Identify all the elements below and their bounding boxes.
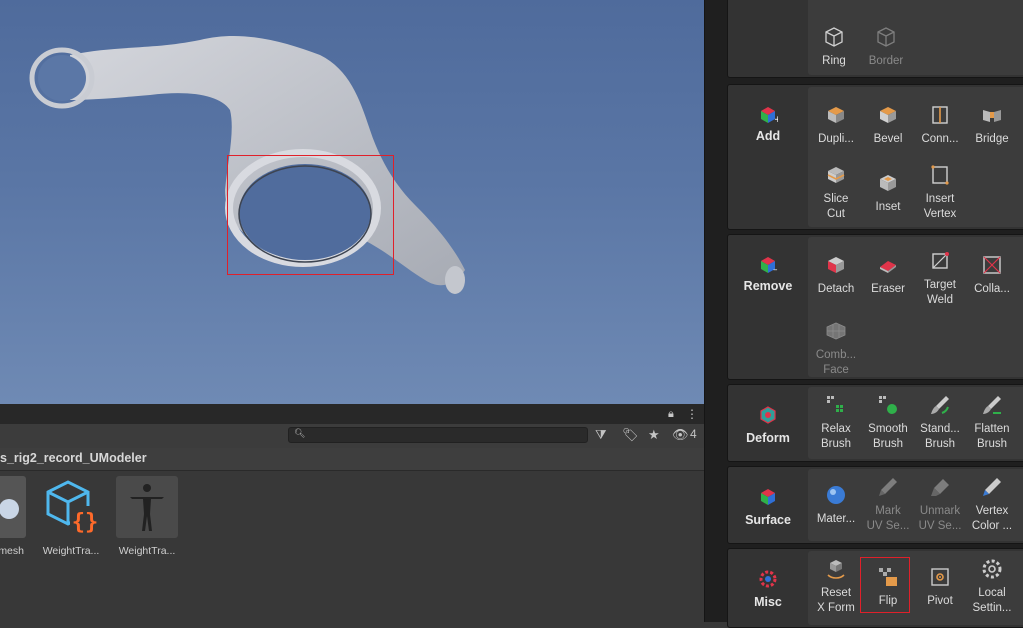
star-favorite-icon[interactable]: ★ [648,427,660,443]
slice-cut-tool[interactable]: Slice Cut [810,163,862,222]
panel-header: 🔒︎ ⋮ [0,404,704,424]
settings-gear-icon [982,559,1002,579]
border-icon [877,27,895,47]
remove-group: – Remove Detach Eraser Target Weld Colla… [727,234,1023,380]
remove-cube-icon: – [761,257,778,275]
misc-gear-icon [759,570,777,588]
project-panel: 🔒︎ ⋮ 🔍︎ ⧩ 🏷︎ ★ 👁︎ 4 s_rig2_record_UModel… [0,404,704,622]
insert-vertex-tool[interactable]: Insert Vertex [914,163,966,222]
deform-tools: Relax Brush Smooth Brush Stand... Brush … [808,387,1023,459]
label-tag-icon[interactable]: 🏷︎ [622,427,639,443]
breadcrumb: s_rig2_record_UModeler [0,448,704,471]
remove-tools: Detach Eraser Target Weld Colla... Comb.… [808,237,1023,377]
scene-viewport[interactable] [0,0,704,404]
flatten-brush-tool[interactable]: Flatten Brush [966,393,1018,452]
standard-brush-tool[interactable]: Stand... Brush [914,393,966,452]
svg-text:–: – [773,265,778,275]
eraser-tool[interactable]: Eraser [862,253,914,297]
filter-by-type-icon[interactable]: ⧩ [595,427,607,443]
breadcrumb-folder[interactable]: s_rig2_record_UModeler [0,451,147,465]
ring-icon [825,27,843,47]
smooth-brush-tool[interactable]: Smooth Brush [862,393,914,452]
add-group: + Add Dupli... Bevel Conn... Bridge Slic… [727,84,1023,230]
select-tools: Ring Border [808,0,1023,75]
connect-icon [932,106,948,124]
hidden-eye-icon[interactable]: 👁︎ [672,427,689,443]
reset-xform-icon [827,560,845,579]
ring-tool[interactable]: Ring [808,25,860,69]
deform-group: Deform Relax Brush Smooth Brush Stand...… [727,384,1023,462]
unmark-uv-seam-tool[interactable]: Unmark UV Se... [914,475,966,534]
collapse-tool[interactable]: Colla... [966,253,1018,297]
pivot-icon [931,568,949,586]
eraser-icon [880,261,896,273]
svg-text:{}: {} [72,510,99,535]
inset-icon [880,175,896,191]
character-thumbnail-icon [116,476,178,538]
collapse-icon [983,256,1001,274]
umodeler-tool-panel: Ring Border + Add Dupli... Bevel Conn... [704,0,1023,628]
search-input[interactable]: 🔍︎ [288,427,588,443]
script-cube-icon: {} [40,476,102,538]
bridge-icon [983,110,1001,122]
mesh-thumbnail-icon [0,476,26,538]
bevel-tool[interactable]: Bevel [862,103,914,147]
asset-item[interactable]: WeightTra... [112,476,182,557]
inset-tool[interactable]: Inset [862,171,914,215]
misc-tools: Reset X Form Flip Pivot Local Settin... [808,551,1023,625]
project-toolbar: 🔍︎ ⧩ 🏷︎ ★ 👁︎ 4 [0,424,704,449]
asset-item[interactable]: mesh [0,476,30,557]
insert-vertex-icon [931,165,949,185]
surface-tools: Mater... Mark UV Se... Unmark UV Se... V… [808,469,1023,541]
add-tools: Dupli... Bevel Conn... Bridge Slice Cut [808,87,1023,227]
duplicate-tool[interactable]: Dupli... [810,103,862,147]
reset-xform-tool[interactable]: Reset X Form [810,557,862,616]
kebab-menu-icon[interactable]: ⋮ [686,407,698,421]
selection-highlight [227,155,394,275]
svg-text:+: + [774,115,778,125]
material-sphere-icon [827,486,845,504]
border-tool[interactable]: Border [860,25,912,69]
local-settings-tool[interactable]: Local Settin... [966,557,1018,616]
combine-face-tool[interactable]: Comb... Face [810,319,862,378]
surface-group: Surface Mater... Mark UV Se... Unmark UV… [727,466,1023,544]
duplicate-icon [828,107,844,123]
flatten-brush-icon [983,396,1001,414]
mark-uv-seam-icon [879,478,897,496]
hidden-count: 4 [690,427,697,441]
unmark-uv-seam-icon [931,479,949,496]
lock-icon[interactable]: 🔒︎ [668,408,674,421]
bridge-tool[interactable]: Bridge [966,103,1018,147]
detach-icon [828,257,844,273]
vertex-color-brush-icon [983,478,1001,496]
deform-cube-icon [760,406,776,424]
target-weld-icon [932,252,949,269]
target-weld-tool[interactable]: Target Weld [914,249,966,308]
detach-tool[interactable]: Detach [810,253,862,297]
standard-brush-icon [931,396,949,414]
add-cube-icon: + [761,107,778,125]
connect-tool[interactable]: Conn... [914,103,966,147]
combine-face-icon [826,322,846,340]
select-group: Ring Border [727,0,1023,78]
smooth-brush-icon [879,396,897,414]
relax-brush-icon [827,396,843,412]
mark-uv-seam-tool[interactable]: Mark UV Se... [862,475,914,534]
search-icon: 🔍︎ [294,428,306,438]
pivot-tool[interactable]: Pivot [914,565,966,609]
surface-cube-icon [761,489,775,505]
relax-brush-tool[interactable]: Relax Brush [810,393,862,452]
asset-item[interactable]: {} WeightTra... [36,476,106,557]
slice-cut-icon [827,167,845,183]
material-tool[interactable]: Mater... [810,483,862,527]
flip-tool-highlight [860,557,910,613]
bevel-icon [880,107,896,123]
vertex-color-tool[interactable]: Vertex Color ... [966,475,1018,534]
